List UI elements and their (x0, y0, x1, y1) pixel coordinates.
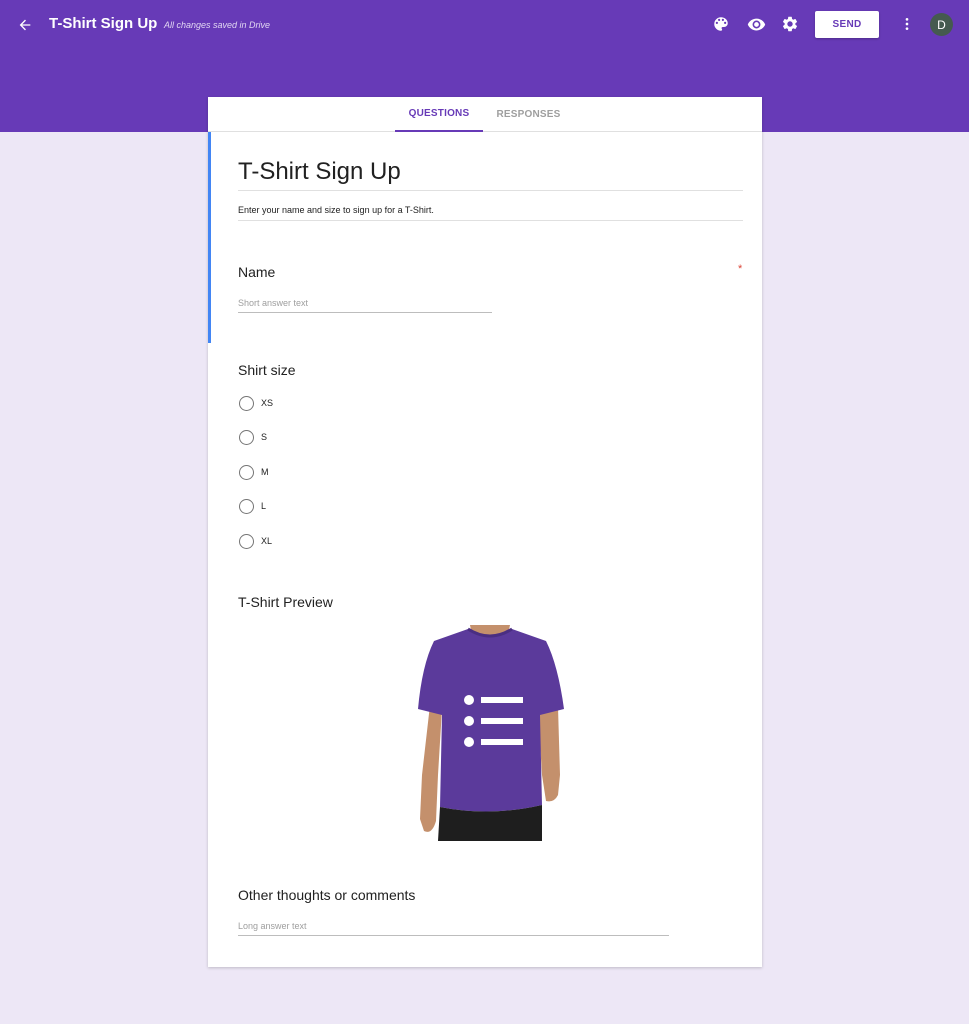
tab-questions[interactable]: QUESTIONS (395, 97, 483, 132)
radio-button[interactable] (239, 533, 254, 549)
radio-option-xl[interactable]: XL (239, 533, 272, 549)
radio-option-xs[interactable]: XS (239, 395, 273, 411)
required-marker: * (738, 263, 743, 275)
form-title[interactable]: T-Shirt Sign Up (238, 158, 743, 191)
radio-button[interactable] (239, 429, 254, 445)
preview-eye-icon[interactable] (745, 13, 767, 35)
radio-button[interactable] (239, 395, 254, 411)
save-status: All changes saved in Drive (164, 20, 271, 30)
form-description[interactable]: Enter your name and size to sign up for … (238, 205, 743, 221)
settings-gear-icon[interactable] (779, 13, 801, 35)
back-arrow-icon[interactable] (14, 14, 36, 36)
tab-bar: QUESTIONS RESPONSES (208, 97, 762, 132)
option-label: S (261, 432, 268, 442)
tab-responses[interactable]: RESPONSES (486, 97, 571, 132)
short-answer-field[interactable]: Short answer text (238, 298, 492, 313)
radio-option-s[interactable]: S (239, 429, 267, 445)
option-label: M (261, 467, 269, 477)
question-title-tshirt-preview[interactable]: T-Shirt Preview (238, 594, 333, 610)
active-section-indicator (208, 132, 211, 343)
tshirt-preview-image (418, 625, 564, 841)
toolbar: T-Shirt Sign Up All changes saved in Dri… (0, 0, 969, 50)
form-card: QUESTIONS RESPONSES T-Shirt Sign Up Ente… (208, 97, 762, 967)
radio-button[interactable] (239, 498, 254, 514)
palette-icon[interactable] (710, 13, 732, 35)
radio-button[interactable] (239, 464, 254, 480)
long-answer-field[interactable]: Long answer text (238, 921, 669, 936)
option-label: XL (261, 536, 273, 546)
send-button[interactable]: SEND (815, 11, 879, 38)
document-title[interactable]: T-Shirt Sign Up (49, 15, 157, 32)
more-vert-icon[interactable] (896, 13, 918, 35)
option-label: XS (261, 398, 274, 408)
question-title-comments[interactable]: Other thoughts or comments (238, 887, 415, 903)
question-title-shirt-size[interactable]: Shirt size (238, 362, 296, 378)
option-label: L (261, 501, 267, 511)
radio-option-m[interactable]: M (239, 464, 269, 480)
avatar[interactable]: D (930, 13, 953, 36)
radio-option-l[interactable]: L (239, 498, 266, 514)
question-title-name[interactable]: Name (238, 264, 275, 280)
